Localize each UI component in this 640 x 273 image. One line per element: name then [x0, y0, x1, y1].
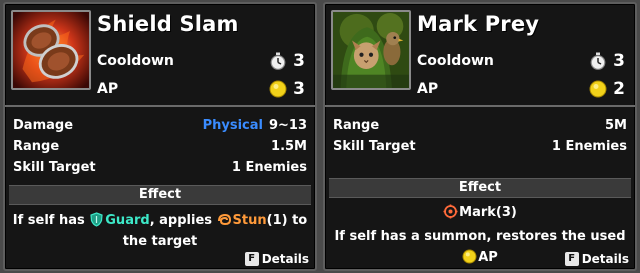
- shield-slam-art: [13, 12, 89, 88]
- details-button[interactable]: F Details: [564, 252, 629, 266]
- cooldown-label: Cooldown: [417, 53, 494, 69]
- effect-text-mid: , applies: [149, 213, 217, 228]
- ap-coin-icon: [589, 80, 607, 98]
- damage-row: Damage Physical 9~13: [13, 115, 307, 136]
- range-row: Range 1.5M: [13, 136, 307, 157]
- range-row: Range 5M: [333, 115, 627, 136]
- range-value: 5M: [605, 118, 627, 133]
- skill-card-shield-slam[interactable]: Shield Slam Cooldown 3 AP 3 Damage Physi…: [3, 2, 317, 271]
- skill-name: Shield Slam: [97, 12, 239, 36]
- stun-icon: [217, 213, 231, 226]
- cooldown-value: 3: [613, 51, 625, 71]
- skill-name: Mark Prey: [417, 12, 540, 36]
- damage-type: Physical: [202, 118, 263, 133]
- target-row: Skill Target 1 Enemies: [13, 157, 307, 178]
- divider: [5, 105, 315, 107]
- cooldown-value: 3: [293, 51, 305, 71]
- guard-shield-icon: [90, 212, 103, 227]
- guard-keyword[interactable]: Guard: [105, 213, 149, 228]
- effect-header: Effect: [329, 178, 631, 198]
- effect-description: If self has Guard, applies Stun(1) to th…: [11, 210, 309, 252]
- skill-card-mark-prey[interactable]: Mark Prey Cooldown 3 AP 2 Range 5M Skill…: [323, 2, 637, 271]
- effect-mark-line: Mark(3): [331, 202, 629, 223]
- effect-text-pre: If self has: [12, 213, 90, 228]
- stopwatch-icon: [270, 52, 286, 70]
- stopwatch-icon: [590, 52, 606, 70]
- stun-count: (1): [266, 213, 288, 228]
- target-label: Skill Target: [13, 160, 96, 175]
- effect-summon-ap: AP: [478, 250, 498, 265]
- ap-value: 2: [613, 79, 625, 99]
- details-button[interactable]: F Details: [244, 252, 309, 266]
- damage-label: Damage: [13, 118, 74, 133]
- cooldown-label: Cooldown: [97, 53, 174, 69]
- stun-keyword[interactable]: Stun: [233, 213, 267, 228]
- range-value: 1.5M: [271, 139, 307, 154]
- card-header: Mark Prey Cooldown 3 AP 2: [325, 4, 635, 102]
- target-row: Skill Target 1 Enemies: [333, 136, 627, 157]
- effect-summon-text: If self has a summon, restores the used: [334, 229, 626, 244]
- details-label: Details: [581, 252, 629, 266]
- ap-label: AP: [417, 81, 439, 97]
- ap-coin-icon: [269, 80, 287, 98]
- cooldown-line: Cooldown 3: [97, 50, 305, 72]
- ap-line: AP 2: [417, 78, 625, 100]
- mark-keyword[interactable]: Mark(3): [459, 205, 517, 220]
- f-key-icon: F: [244, 252, 259, 266]
- mark-icon: [443, 204, 458, 219]
- target-label: Skill Target: [333, 139, 416, 154]
- divider: [325, 105, 635, 107]
- target-value: 1 Enemies: [231, 160, 307, 175]
- details-label: Details: [261, 252, 309, 266]
- skill-portrait-shield-slam: [11, 10, 91, 90]
- mark-prey-art: [333, 12, 409, 88]
- stats-block: Range 5M Skill Target 1 Enemies: [333, 115, 627, 157]
- damage-value: 9~13: [268, 118, 307, 133]
- f-key-icon: F: [564, 252, 579, 266]
- stats-block: Damage Physical 9~13 Range 1.5M Skill Ta…: [13, 115, 307, 178]
- ap-coin-icon: [462, 249, 477, 264]
- range-label: Range: [333, 118, 380, 133]
- skill-portrait-mark-prey: [331, 10, 411, 90]
- cooldown-line: Cooldown 3: [417, 50, 625, 72]
- ap-label: AP: [97, 81, 119, 97]
- range-label: Range: [13, 139, 60, 154]
- ap-value: 3: [293, 79, 305, 99]
- ap-line: AP 3: [97, 78, 305, 100]
- target-value: 1 Enemies: [551, 139, 627, 154]
- effect-header: Effect: [9, 185, 311, 205]
- card-header: Shield Slam Cooldown 3 AP 3: [5, 4, 315, 102]
